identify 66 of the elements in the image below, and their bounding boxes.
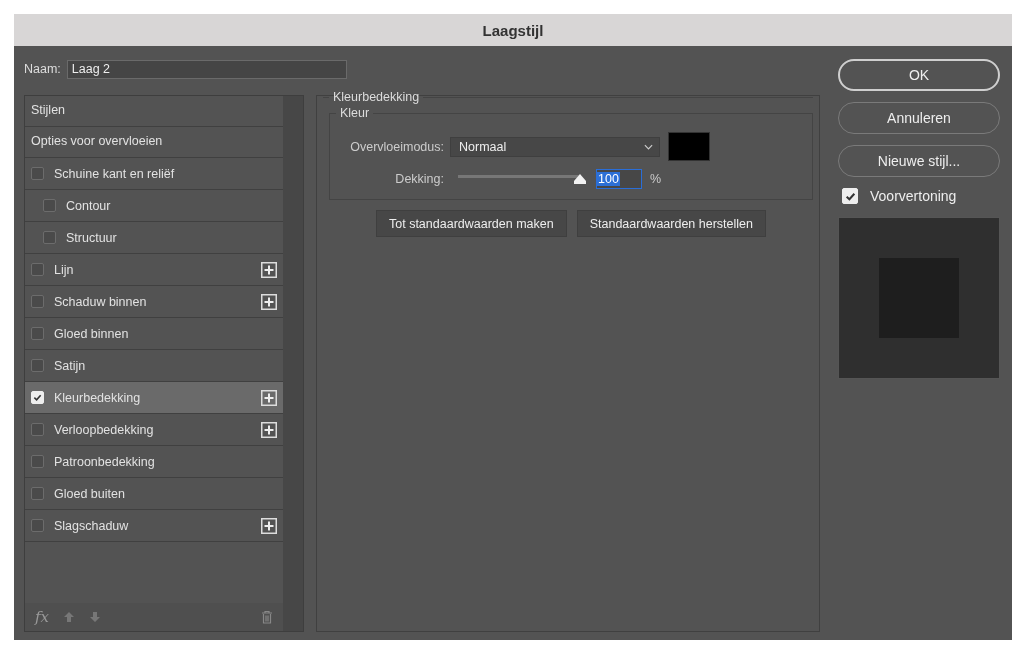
panel-button[interactable]: Standaardwaarden herstellen <box>576 210 766 237</box>
add-icon[interactable] <box>261 421 277 438</box>
effect-label: Slagschaduw <box>54 518 130 533</box>
effect-label: Contour <box>66 198 112 213</box>
chevron-down-icon <box>644 143 653 150</box>
effect-row[interactable]: Verloopbedekking <box>25 414 283 446</box>
effect-label: Schaduw binnen <box>54 294 148 309</box>
effect-row[interactable]: Patroonbedekking <box>25 446 283 478</box>
group-title: Kleur <box>339 106 371 120</box>
effect-label: Gloed buiten <box>54 486 126 501</box>
checkbox[interactable] <box>31 423 44 436</box>
effect-label: Satijn <box>54 358 87 373</box>
checkbox[interactable] <box>31 327 44 340</box>
blend-mode-dropdown[interactable]: Normaal <box>450 136 660 157</box>
effect-row[interactable]: Gloed buiten <box>25 478 283 510</box>
effect-row[interactable]: Schuine kant en reliëf <box>25 158 283 190</box>
dialog-button[interactable]: Annuleren <box>838 102 1000 134</box>
checkbox[interactable] <box>31 295 44 308</box>
effect-label: Schuine kant en reliëf <box>54 166 176 181</box>
effect-row[interactable]: Kleurbedekking <box>25 382 283 414</box>
trash-icon[interactable] <box>261 610 273 624</box>
section-title: Kleurbedekking <box>332 90 421 104</box>
effect-row[interactable]: Contour <box>25 190 283 222</box>
percent-label: % <box>650 172 662 186</box>
add-icon[interactable] <box>261 293 277 310</box>
window-title: Laagstijl <box>482 21 544 39</box>
opacity-field[interactable]: 100 <box>596 169 642 189</box>
panel-button[interactable]: Tot standaardwaarden maken <box>376 210 567 237</box>
opacity-label: Dekking: <box>394 172 444 186</box>
name-label: Naam: <box>24 62 61 76</box>
preview-label: Voorvertoning <box>870 188 957 204</box>
effect-label: Verloopbedekking <box>54 422 155 437</box>
effect-row[interactable]: Schaduw binnen <box>25 286 283 318</box>
checkbox[interactable] <box>43 199 56 212</box>
slider-thumb[interactable] <box>573 173 587 185</box>
dialog-button[interactable]: Nieuwe stijl... <box>838 145 1000 177</box>
arrow-up-icon[interactable] <box>63 611 75 623</box>
opacity-slider[interactable] <box>458 173 587 185</box>
checkbox[interactable] <box>31 359 44 372</box>
color-swatch[interactable] <box>668 132 710 161</box>
add-icon[interactable] <box>261 261 277 278</box>
effect-label: Kleurbedekking <box>54 390 142 405</box>
effect-label: Structuur <box>66 230 118 245</box>
arrow-down-icon[interactable] <box>89 611 101 623</box>
dialog-button[interactable]: OK <box>838 59 1000 91</box>
checkbox[interactable] <box>31 167 44 180</box>
preview-checkbox[interactable] <box>842 188 858 204</box>
effect-row[interactable]: Lijn <box>25 254 283 286</box>
check-icon <box>844 190 856 202</box>
checkbox[interactable] <box>31 263 44 276</box>
effect-row[interactable]: Gloed binnen <box>25 318 283 350</box>
effect-row[interactable]: Structuur <box>25 222 283 254</box>
effect-label: Lijn <box>54 262 75 277</box>
checkbox[interactable] <box>43 231 56 244</box>
checkbox[interactable] <box>31 487 44 500</box>
add-icon[interactable] <box>261 517 277 534</box>
name-field[interactable]: Laag 2 <box>66 59 347 79</box>
check-icon <box>33 393 42 402</box>
scrollbar[interactable] <box>283 96 303 631</box>
effect-row[interactable]: Slagschaduw <box>25 510 283 542</box>
blend-mode-label: Overvloeimodus: <box>349 139 444 154</box>
effect-label: Patroonbedekking <box>54 454 156 469</box>
checkbox[interactable] <box>31 455 44 468</box>
add-icon[interactable] <box>261 389 277 406</box>
effect-label: Gloed binnen <box>54 326 130 341</box>
checkbox[interactable] <box>31 519 44 532</box>
